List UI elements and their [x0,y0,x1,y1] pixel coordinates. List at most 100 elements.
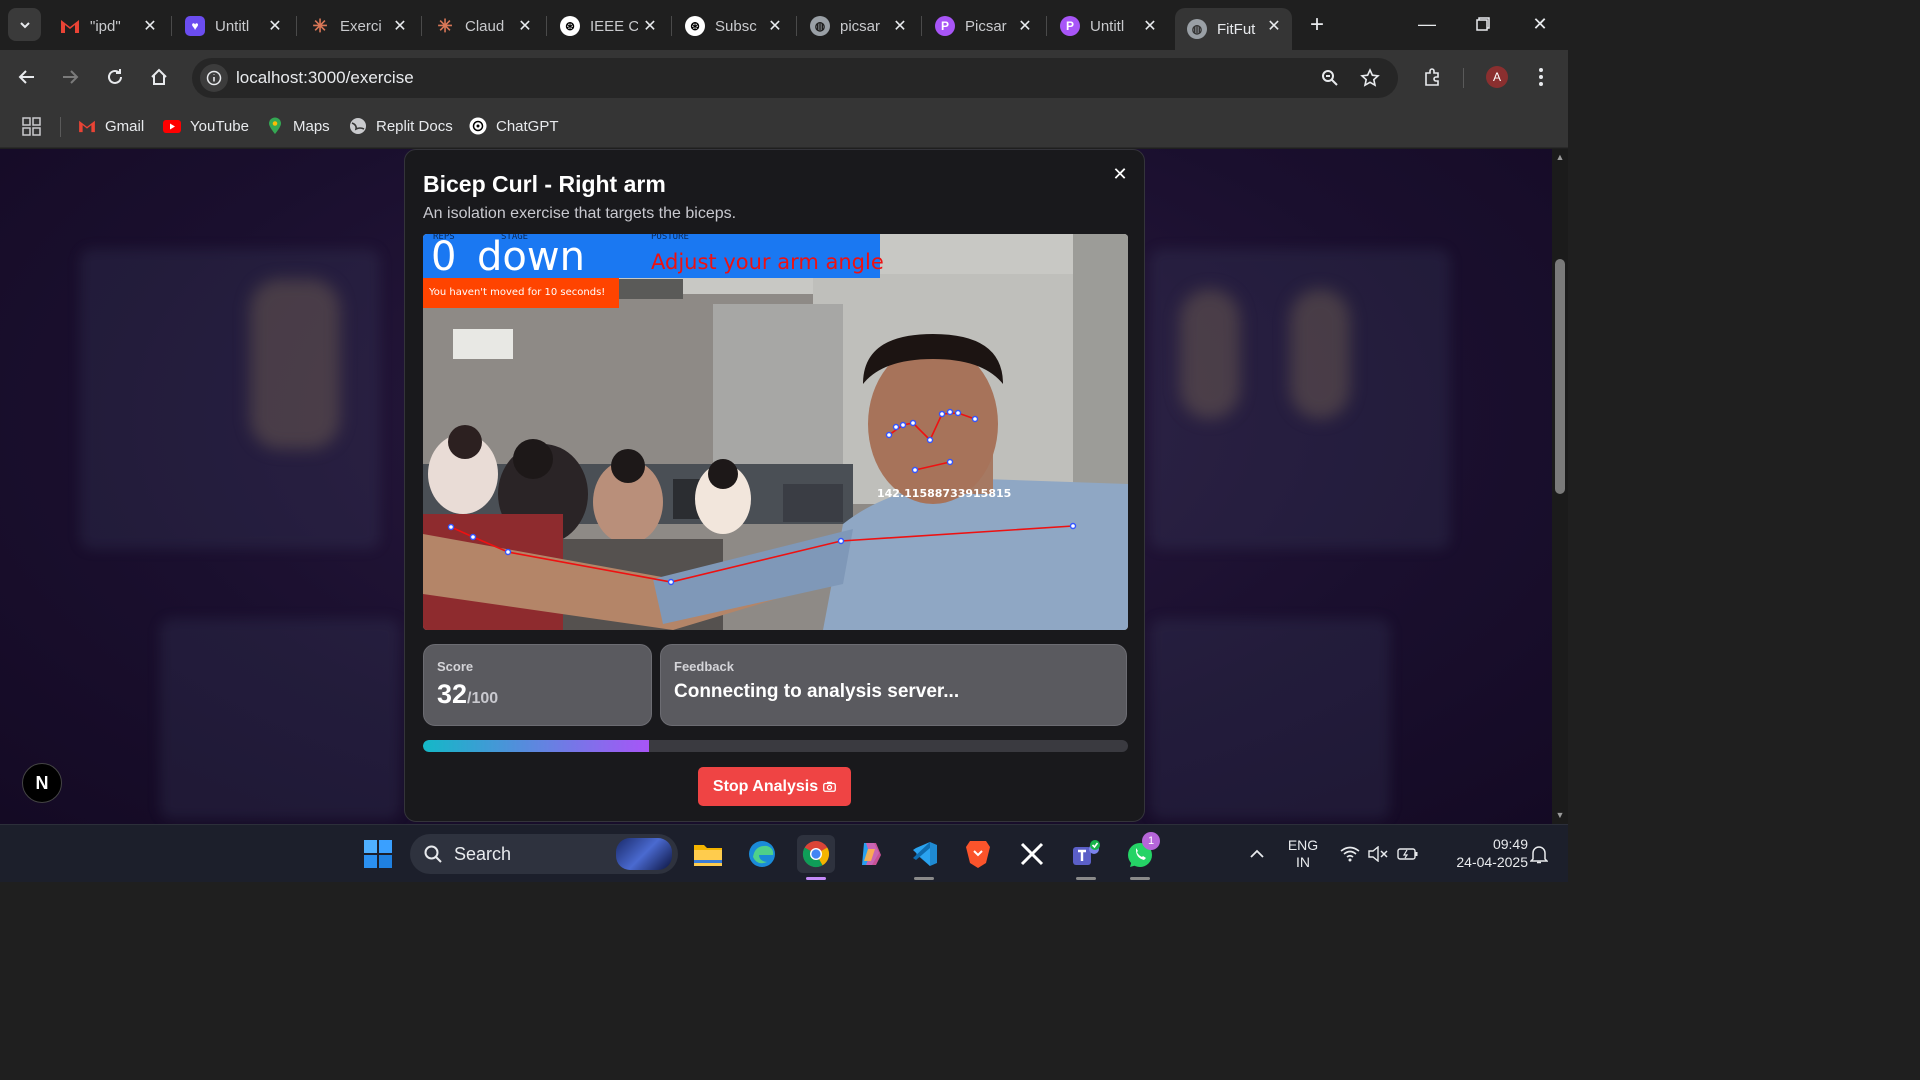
battery-icon[interactable] [1389,835,1427,873]
claude-icon: ✳ [437,15,453,36]
bookmark-youtube[interactable]: YouTube [163,114,249,138]
back-button[interactable] [10,60,44,94]
tab-picsart-search[interactable]: ◍ picsar ✕ [798,8,918,44]
more-menu-icon[interactable] [1526,62,1556,92]
picsart-icon: P [935,16,955,36]
x-icon[interactable] [1013,835,1051,873]
heart-icon: ♥ [185,16,205,36]
region-code: IN [1296,854,1310,870]
bookmark-star-icon[interactable] [1356,64,1384,92]
address-bar[interactable]: localhost:3000/exercise [192,58,1398,98]
reload-button[interactable] [98,60,132,94]
modal-close-button[interactable]: ✕ [1106,160,1134,188]
minimize-icon[interactable]: — [1407,6,1447,42]
close-icon[interactable]: ✕ [640,16,660,36]
file-explorer-icon[interactable] [689,835,727,873]
close-icon[interactable]: ✕ [265,16,285,36]
score-value: 32 [437,679,468,709]
arrow-left-icon [18,70,34,84]
whatsapp-icon[interactable]: 1 [1121,832,1160,873]
start-icon[interactable] [359,835,397,873]
scrollbar-thumb[interactable] [1555,259,1565,494]
page-scrollbar[interactable]: ▲ ▼ [1552,149,1568,824]
stop-analysis-button[interactable]: Stop Analysis [698,767,851,806]
bookmark-replit-docs[interactable]: Replit Docs [349,114,453,138]
picsart-icon: P [1060,16,1080,36]
exercise-description: An isolation exercise that targets the b… [423,205,737,222]
globe-icon: ◍ [1187,19,1207,39]
restore-icon[interactable] [1463,6,1503,42]
tab-search-button[interactable] [8,8,41,41]
claude-icon: ✳ [312,15,328,36]
tab-fitfuture[interactable]: ◍ FitFut ✕ [1175,8,1292,50]
bookmark-maps[interactable]: Maps [266,114,330,138]
chevron-down-icon [19,21,30,28]
posture-caption: POSTURE [651,234,689,242]
bookmark-gmail[interactable]: Gmail [78,114,144,138]
feedback-label: Feedback [674,659,734,674]
chrome-icon[interactable] [797,835,835,873]
rep-counter-overlay: REPS STAGE POSTURE 0 down Adjust your ar… [423,234,884,280]
tab-ipd[interactable]: "ipd" ✕ [48,8,168,44]
edge-icon[interactable] [743,835,781,873]
tab-claude[interactable]: ✳ Claud ✕ [423,8,543,44]
background-figure [1290,289,1350,419]
elbow-angle-readout: 142.11588733915815 [877,487,1012,500]
close-icon: ✕ [1112,163,1128,184]
new-tab-button[interactable]: + [1302,10,1332,40]
inactivity-warning-text: You haven't moved for 10 seconds! [429,287,606,298]
feedback-card: Feedback Connecting to analysis server..… [660,644,1127,726]
notifications-icon[interactable] [1520,835,1558,873]
home-icon [151,68,167,85]
gmail-icon [60,16,80,36]
teams-icon[interactable] [1067,835,1105,873]
tab-untitled-2[interactable]: P Untitl ✕ [1048,8,1168,44]
chevron-up-icon[interactable] [1238,835,1276,873]
home-button[interactable] [142,60,176,94]
forward-button[interactable] [53,60,87,94]
scroll-up-icon[interactable]: ▲ [1555,152,1565,162]
close-icon[interactable]: ✕ [890,16,910,36]
bookmark-chatgpt[interactable]: ChatGPT [469,114,559,138]
language-indicator[interactable]: ENG IN [1283,837,1323,871]
close-icon[interactable]: ✕ [140,16,160,36]
apps-grid-icon[interactable] [22,114,41,138]
close-icon[interactable]: ✕ [390,16,410,36]
camera-icon [823,781,837,792]
extensions-icon[interactable] [1417,62,1447,92]
tab-label: picsar [840,17,881,35]
bookmark-label: ChatGPT [496,117,559,135]
bookmarks-bar: Gmail YouTube Maps Replit Docs ChatGPT [0,105,1568,148]
tab-strip: "ipd" ✕ ♥ Untitl ✕ ✳ Exerci ✕ ✳ Claud ✕ … [0,0,1568,50]
site-info-icon[interactable] [200,64,228,92]
openai-icon [469,117,487,135]
globe-icon [349,117,367,135]
tab-subscribe[interactable]: ⊛ Subsc ✕ [673,8,793,44]
close-icon[interactable]: ✕ [1140,16,1160,36]
copilot-icon[interactable] [851,835,889,873]
zoom-icon[interactable] [1316,64,1344,92]
tab-picsart[interactable]: P Picsar ✕ [923,8,1043,44]
tab-ieee[interactable]: ⊛ IEEE C ✕ [548,8,668,44]
close-icon[interactable]: ✕ [1264,16,1284,36]
brave-icon[interactable] [959,835,997,873]
notification-badge: 1 [1142,832,1160,850]
profile-button[interactable]: A [1482,62,1512,92]
tab-exercise[interactable]: ✳ Exerci ✕ [298,8,418,44]
close-icon[interactable]: ✕ [1015,16,1035,36]
search-highlight-image [616,838,672,870]
tab-untitled-1[interactable]: ♥ Untitl ✕ [173,8,293,44]
clock[interactable]: 09:49 24-04-2025 [1434,835,1528,871]
score-progress-bar [423,740,1128,752]
close-icon[interactable]: ✕ [765,16,785,36]
background-figure [250,279,340,449]
taskbar-search-box[interactable]: Search [410,834,678,874]
bookmark-label: YouTube [190,117,249,135]
scroll-down-icon[interactable]: ▼ [1555,810,1565,820]
vscode-icon[interactable] [905,835,943,873]
close-icon[interactable]: ✕ [515,16,535,36]
exercise-title: Bicep Curl - Right arm [423,171,666,197]
window-close-icon[interactable]: ✕ [1520,6,1560,42]
nextjs-dev-badge[interactable]: N [22,763,62,803]
tab-label: Untitl [215,17,250,35]
